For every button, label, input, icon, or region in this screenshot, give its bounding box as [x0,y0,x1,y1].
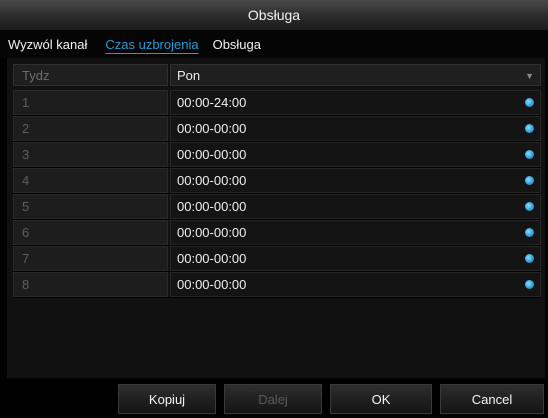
table-row: 7 00:00-00:00 [13,246,541,272]
day-select[interactable]: Pon ▼ [170,64,541,86]
tab-bar: Wyzwól kanał Czas uzbrojenia Obsługa [0,30,548,58]
cancel-button-label: Cancel [471,391,513,407]
time-range-value: 00:00-00:00 [177,277,247,292]
time-range-value: 00:00-00:00 [177,121,247,136]
day-select-value: Pon [177,67,201,83]
time-edit-icon[interactable] [525,176,534,185]
schedule-rows: 1 00:00-24:00 2 00:00-00:00 3 00:00-00:0… [13,90,541,298]
time-range-field[interactable]: 00:00-00:00 [170,116,541,141]
week-header-row: Tydz Pon ▼ [13,64,541,86]
time-edit-icon[interactable] [525,228,534,237]
time-range-value: 00:00-00:00 [177,173,247,188]
time-range-value: 00:00-00:00 [177,147,247,162]
row-index: 3 [13,142,168,167]
time-range-field[interactable]: 00:00-00:00 [170,246,541,271]
time-range-field[interactable]: 00:00-00:00 [170,272,541,297]
row-index: 8 [13,272,168,297]
time-range-field[interactable]: 00:00-00:00 [170,142,541,167]
tab-trigger-channel[interactable]: Wyzwól kanał [0,37,94,52]
time-edit-icon[interactable] [525,98,534,107]
ok-button[interactable]: OK [330,384,432,414]
week-label: Tydz [13,64,168,86]
time-range-value: 00:00-24:00 [177,95,247,110]
chevron-down-icon: ▼ [525,71,534,81]
copy-button-label: Kopiuj [148,391,186,407]
time-range-field[interactable]: 00:00-00:00 [170,194,541,219]
tab-handling[interactable]: Obsługa [206,37,268,52]
next-button-label: Dalej [258,391,288,407]
row-index: 2 [13,116,168,141]
table-row: 6 00:00-00:00 [13,220,541,246]
button-bar: Kopiuj Dalej OK Cancel [0,380,548,418]
time-edit-icon[interactable] [525,254,534,263]
table-row: 3 00:00-00:00 [13,142,541,168]
table-row: 5 00:00-00:00 [13,194,541,220]
window-title: Obsługa [247,7,301,23]
row-index: 4 [13,168,168,193]
time-edit-icon[interactable] [525,150,534,159]
time-edit-icon[interactable] [525,280,534,289]
copy-button[interactable]: Kopiuj [118,384,216,414]
row-index: 6 [13,220,168,245]
time-range-value: 00:00-00:00 [177,251,247,266]
row-index: 1 [13,90,168,115]
table-row: 4 00:00-00:00 [13,168,541,194]
next-button[interactable]: Dalej [224,384,322,414]
row-index: 7 [13,246,168,271]
schedule-panel: Tydz Pon ▼ 1 00:00-24:00 2 00:00-00:00 3… [7,58,545,378]
ok-button-label: OK [371,391,391,407]
cancel-button[interactable]: Cancel [440,384,544,414]
time-range-field[interactable]: 00:00-24:00 [170,90,541,115]
time-range-value: 00:00-00:00 [177,225,247,240]
time-range-field[interactable]: 00:00-00:00 [170,168,541,193]
table-row: 1 00:00-24:00 [13,90,541,116]
time-range-field[interactable]: 00:00-00:00 [170,220,541,245]
time-edit-icon[interactable] [525,124,534,133]
table-row: 8 00:00-00:00 [13,272,541,298]
title-bar: Obsługa [0,0,548,30]
time-range-value: 00:00-00:00 [177,199,247,214]
row-index: 5 [13,194,168,219]
table-row: 2 00:00-00:00 [13,116,541,142]
tab-arming-time[interactable]: Czas uzbrojenia [98,37,205,52]
time-edit-icon[interactable] [525,202,534,211]
